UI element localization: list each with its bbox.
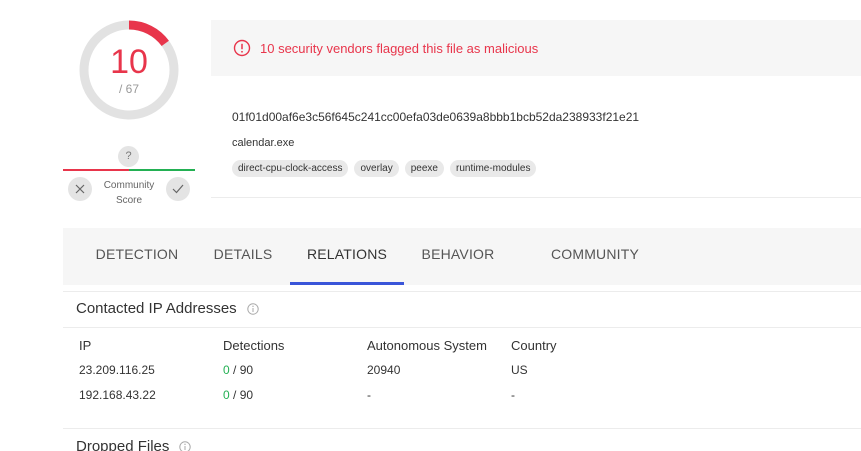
file-hash[interactable]: 01f01d00af6e3c56f645c241cc00efa03de0639a… (232, 110, 639, 124)
total-engines: / 67 (118, 82, 139, 96)
ip-link[interactable]: 23.209.116.25 (79, 363, 155, 377)
column-header-autonomous-system: Autonomous System (367, 338, 487, 353)
file-info-panel: 01f01d00af6e3c56f645c241cc00efa03de0639a… (211, 77, 861, 198)
tag-chip[interactable]: peexe (404, 160, 444, 177)
file-tags: direct-cpu-clock-access overlay peexe ru… (232, 160, 537, 177)
active-tab-indicator (290, 282, 404, 285)
dropped-files-title: Dropped Files (76, 438, 192, 451)
detections-positive: 0 (223, 363, 230, 377)
alert-circle-icon (233, 39, 251, 57)
dropped-files-title-text: Dropped Files (76, 438, 170, 451)
community-score-label-line2: Score (115, 195, 143, 206)
tab-relations[interactable]: RELATIONS (290, 228, 404, 285)
detections-cell: 0 / 90 (223, 388, 253, 402)
alert-message: 10 security vendors flagged this file as… (260, 40, 539, 56)
tag-chip[interactable]: overlay (354, 160, 399, 177)
column-header-detections: Detections (223, 338, 285, 353)
contacted-ips-title: Contacted IP Addresses (76, 300, 259, 317)
column-header-country: Country (511, 338, 557, 353)
tab-detection[interactable]: DETECTION (85, 228, 189, 285)
report-tabs: DETECTION DETAILS RELATIONS BEHAVIOR COM… (63, 228, 861, 285)
tab-details[interactable]: DETAILS (205, 228, 281, 285)
tag-chip[interactable]: direct-cpu-clock-access (232, 160, 349, 177)
detection-score-gauge: 10 / 67 (78, 19, 180, 121)
detections-cell: 0 / 90 (223, 363, 253, 377)
community-score-label-line1: Community (103, 180, 155, 191)
country-cell: - (511, 388, 515, 402)
community-score-positive-bar (129, 169, 195, 171)
tag-chip[interactable]: runtime-modules (449, 160, 537, 177)
close-icon (75, 184, 85, 194)
file-name: calendar.exe (232, 137, 295, 149)
ip-link[interactable]: 192.168.43.22 (79, 388, 156, 402)
autonomous-system-cell: - (367, 388, 371, 402)
detections-total: / 90 (229, 388, 254, 402)
community-score-value: ? (118, 146, 139, 167)
section-border (63, 291, 861, 292)
positives-count: 10 (110, 43, 148, 81)
check-icon (172, 184, 184, 194)
info-icon[interactable] (179, 440, 192, 451)
vote-harmless-button[interactable] (166, 177, 190, 201)
section-divider (63, 327, 861, 328)
community-score-negative-bar (63, 169, 129, 171)
detections-positive: 0 (223, 388, 230, 402)
community-score-label: Community Score (96, 178, 162, 208)
tab-community[interactable]: COMMUNITY (537, 228, 653, 285)
vote-malicious-button[interactable] (68, 177, 92, 201)
autonomous-system-cell: 20940 (367, 363, 401, 377)
section-divider (63, 428, 861, 429)
malicious-alert: 10 security vendors flagged this file as… (211, 20, 861, 76)
info-icon[interactable] (246, 302, 259, 315)
tab-behavior[interactable]: BEHAVIOR (414, 228, 502, 285)
column-header-ip: IP (79, 338, 92, 353)
detections-total: / 90 (229, 363, 254, 377)
country-cell: US (511, 363, 528, 377)
file-report-page: 10 / 67 ? Community Score 10 security ve… (0, 0, 861, 451)
contacted-ips-title-text: Contacted IP Addresses (76, 300, 237, 317)
